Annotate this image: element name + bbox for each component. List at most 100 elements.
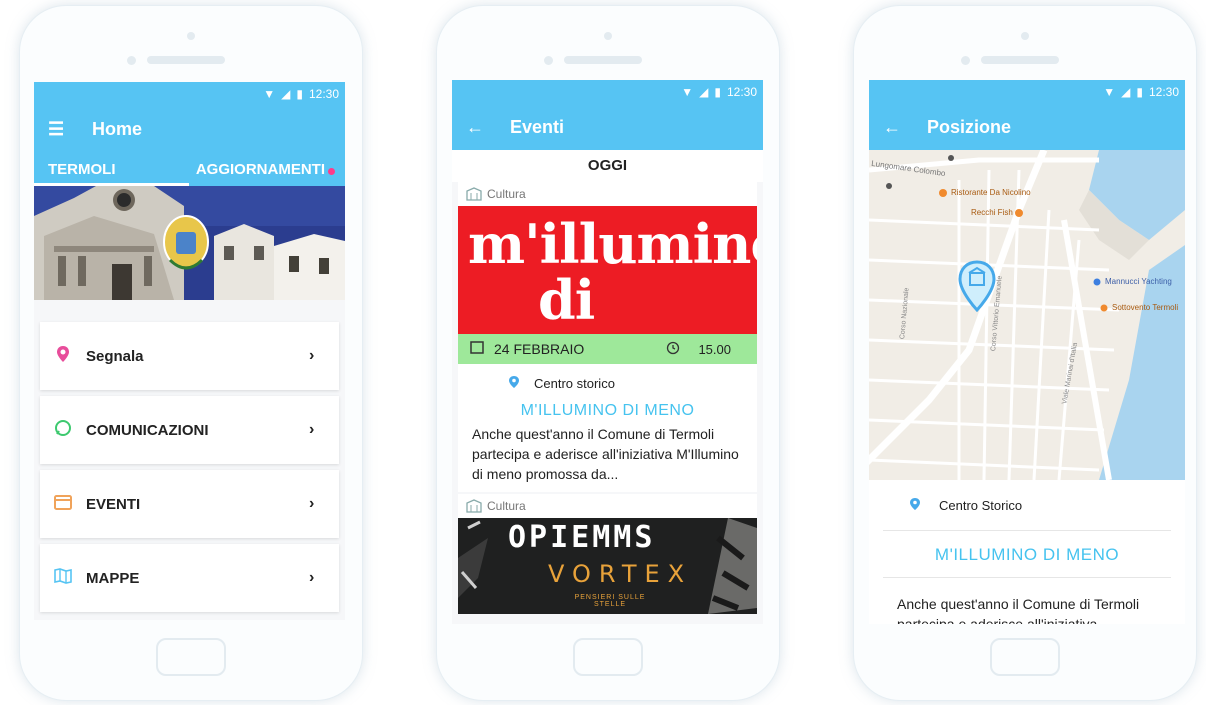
divider [883, 577, 1171, 578]
back-arrow-icon[interactable]: ← [466, 117, 510, 138]
museum-icon [466, 499, 482, 513]
menu-item-eventi[interactable]: EVENTI › [40, 470, 339, 538]
status-time: 12:30 [1148, 85, 1179, 99]
events-screen: ▼ ◢ ▮ 12:30 ← Eventi OGGI Cultura m'illumin… [452, 80, 763, 624]
tab-bar: TERMOLI AGGIORNAMENTI [34, 152, 345, 186]
speaker-grille [564, 56, 642, 64]
event-location: Centro Storico [869, 480, 1185, 530]
top-bar: ▼ ◢ ▮ 12:30 ← Eventi [452, 80, 763, 150]
hamburger-menu-icon[interactable]: ☰ [48, 119, 92, 140]
section-header: OGGI [452, 150, 763, 182]
menu-item-segnala[interactable]: Segnala › [40, 322, 339, 390]
page-title: Posizione [927, 116, 1012, 137]
menu-item-comunicazioni[interactable]: COMUNICAZIONI › [40, 396, 339, 464]
location-pin-icon [909, 497, 921, 514]
top-bar: ▼ ◢ ▮ 12:30 ← Posizione [869, 80, 1185, 150]
clock-icon [666, 341, 680, 358]
event-banner: OPIEMMS VORTEX PENSIERI SULLE STELLE [458, 518, 757, 614]
poi-label-recchi-fish: Recchi Fish [971, 208, 1013, 217]
banner-text-line3: PENSIERI SULLE STELLE [574, 594, 646, 608]
map-view[interactable]: Lungomare Colombo Ristorante Da Nicolino… [869, 150, 1185, 480]
event-time: 15.00 [698, 341, 731, 357]
event-date: 24 FEBBRAIO [494, 341, 585, 357]
home-screen: ▼ ◢ ▮ 12:30 ☰ Home TERMOLI AGGIORNAMENTI [34, 82, 345, 620]
banner-text-line1: m'illumino [468, 212, 757, 276]
poi-label-mannucci: Mannucci Yachting [1105, 277, 1172, 286]
banner-text-line1: OPIEMMS [508, 520, 656, 555]
event-location: Centro storico [472, 370, 743, 396]
banner-text-line2: di meno [538, 268, 702, 334]
menu-label: Segnala [86, 347, 144, 365]
location-text: Centro Storico [939, 497, 1023, 513]
city-hero-image [34, 186, 345, 300]
wifi-icon: ▼ [263, 87, 276, 101]
battery-icon: ▮ [1136, 85, 1143, 99]
app-bar: ← Eventi [452, 104, 763, 150]
chevron-right-icon: › [309, 421, 315, 438]
phone-frame-position: ▼ ◢ ▮ 12:30 ← Posizione Lungomare Colomb… [854, 6, 1196, 700]
battery-icon: ▮ [714, 85, 721, 99]
category-text: Cultura [487, 187, 526, 201]
tab-aggiornamenti[interactable]: AGGIORNAMENTI [174, 161, 345, 178]
poi-label-sottovento: Sottovento Termoli [1112, 303, 1179, 312]
divider [883, 530, 1171, 531]
chat-bubble-icon [40, 419, 86, 441]
cathedral-photo [34, 186, 345, 300]
museum-icon [466, 187, 482, 201]
banner-text-line2: VORTEX [548, 560, 693, 588]
signal-icon: ◢ [281, 87, 291, 101]
category-label: Cultura [458, 182, 757, 206]
event-title: M'ILLUMINO DI MENO [520, 402, 695, 419]
menu-label: COMUNICAZIONI [86, 421, 209, 439]
category-text: Cultura [487, 499, 526, 513]
calendar-icon [40, 494, 86, 514]
menu-label: EVENTI [86, 495, 141, 513]
chevron-right-icon: › [309, 569, 315, 586]
back-arrow-icon[interactable]: ← [883, 117, 927, 138]
map-icon [40, 568, 86, 588]
event-description: Anche quest'anno il Comune di Termoli pa… [897, 596, 1140, 624]
wifi-icon: ▼ [681, 85, 694, 99]
speaker-grille [981, 56, 1059, 64]
chevron-right-icon: › [309, 347, 315, 364]
camera-icon [544, 56, 553, 65]
location-pin-icon [508, 375, 520, 392]
chevron-right-icon: › [309, 495, 315, 512]
tab-label: AGGIORNAMENTI [195, 160, 325, 178]
event-card[interactable]: Cultura OPIEMMS VORTEX PENSIERI SULLE ST… [458, 494, 757, 614]
detail-panel: Centro Storico M'ILLUMINO DI MENO Anche … [869, 480, 1185, 624]
status-time: 12:30 [308, 87, 339, 101]
location-text: Centro storico [534, 375, 615, 391]
event-banner: m'illumino di meno [458, 206, 757, 334]
page-title: Eventi [510, 116, 565, 137]
status-bar: ▼ ◢ ▮ 12:30 [34, 82, 345, 106]
phone-frame-home: ▼ ◢ ▮ 12:30 ☰ Home TERMOLI AGGIORNAMENTI [20, 6, 362, 700]
poi-label-ristorante: Ristorante Da Nicolino [951, 188, 1031, 197]
home-button[interactable] [990, 638, 1060, 676]
home-button[interactable] [573, 638, 643, 676]
category-label: Cultura [458, 494, 757, 518]
status-time: 12:30 [726, 85, 757, 99]
battery-icon: ▮ [296, 87, 303, 101]
event-title: M'ILLUMINO DI MENO [934, 545, 1120, 564]
sensor-dot [1021, 32, 1029, 40]
menu-label: MAPPE [86, 569, 140, 587]
wifi-icon: ▼ [1103, 85, 1116, 99]
event-body: Centro storico M'ILLUMINO DI MENO Anche … [458, 364, 757, 492]
tab-termoli[interactable]: TERMOLI [34, 161, 174, 178]
camera-icon [127, 56, 136, 65]
calendar-icon [470, 341, 484, 357]
event-description: Anche quest'anno il Comune di Termoli pa… [472, 426, 739, 482]
event-card[interactable]: Cultura m'illumino di meno 24 FEBBRAIO 1… [458, 182, 757, 492]
map-streets [869, 150, 1185, 480]
pin-icon [40, 345, 86, 367]
signal-icon: ◢ [1121, 85, 1131, 99]
camera-icon [961, 56, 970, 65]
app-bar: ☰ Home [34, 106, 345, 152]
menu-item-mappe[interactable]: MAPPE › [40, 544, 339, 612]
date-time-bar: 24 FEBBRAIO 15.00 [458, 334, 757, 364]
page-title: Home [92, 118, 143, 139]
map-marker-icon[interactable] [957, 260, 997, 313]
home-button[interactable] [156, 638, 226, 676]
sensor-dot [187, 32, 195, 40]
